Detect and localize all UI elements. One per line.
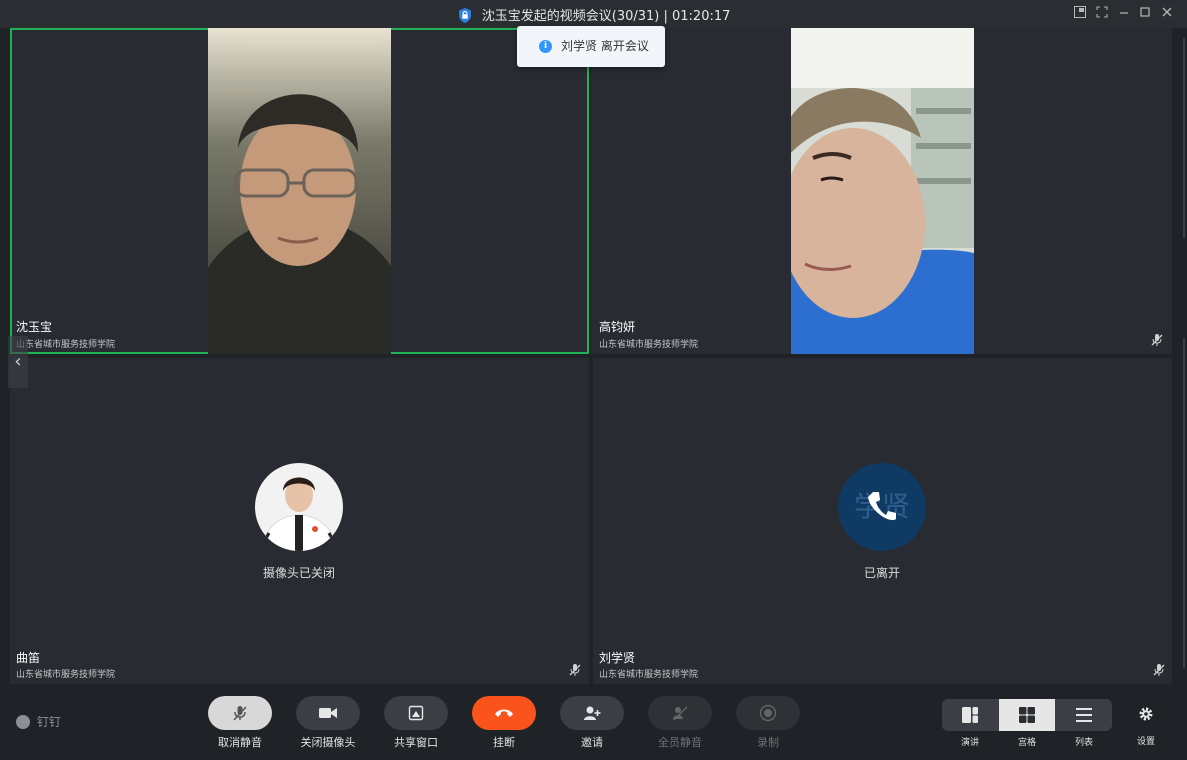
participant-name: 沈玉宝: [16, 320, 53, 334]
share-control[interactable]: 共享窗口: [384, 696, 448, 750]
mute-all-button[interactable]: [648, 696, 712, 730]
mic-muted-icon: [569, 664, 581, 676]
share-screen-icon: [408, 705, 424, 721]
record-label: 录制: [757, 736, 779, 749]
layout-speaker-label: 演讲: [960, 738, 979, 748]
unmute-button[interactable]: [208, 696, 272, 730]
settings-button[interactable]: 设置: [1132, 706, 1160, 747]
notification-toast: i 刘学贤 离开会议: [517, 26, 665, 67]
layout-speaker-button[interactable]: [942, 699, 998, 731]
window-title: 沈玉宝发起的视频会议(30/31) | 01:20:17: [481, 9, 731, 24]
camera-off-caption: 摄像头已关闭: [262, 566, 335, 580]
layout-switcher: [942, 699, 1112, 731]
hangup-button[interactable]: [472, 696, 536, 730]
invite-control[interactable]: 邀请: [560, 696, 624, 750]
hangup-phone-icon: [495, 709, 513, 717]
camera-off-label: 关闭摄像头: [300, 736, 356, 749]
participant-video-1: [208, 28, 391, 354]
speaker-layout-icon: [962, 707, 978, 723]
participant-org: 山东省城市服务技师学院: [16, 340, 116, 350]
participant-name: 高钧妍: [599, 320, 636, 334]
layout-grid-button[interactable]: [999, 699, 1055, 731]
share-window-button[interactable]: [384, 696, 448, 730]
mic-muted-icon: [1151, 334, 1163, 346]
participant-org: 山东省城市服务技师学院: [16, 670, 116, 680]
info-icon: i: [539, 40, 552, 53]
mic-muted-icon: [1153, 664, 1165, 676]
title-bar: 沈玉宝发起的视频会议(30/31) | 01:20:17: [0, 0, 1187, 28]
settings-label: 设置: [1136, 737, 1155, 747]
camera-off-button[interactable]: [296, 696, 360, 730]
participant-name: 曲笛: [16, 651, 41, 665]
video-camera-icon: [319, 708, 337, 718]
prev-page-arrow[interactable]: ‹: [8, 336, 28, 388]
list-layout-icon: [1076, 708, 1092, 722]
invite-button[interactable]: [560, 696, 624, 730]
mute-all-control[interactable]: 全员静音: [648, 696, 712, 750]
close-icon[interactable]: [1159, 6, 1175, 22]
participant-tile-3[interactable]: 摄像头已关闭 曲笛 山东省城市服务技师学院: [10, 358, 589, 684]
maximize-icon[interactable]: [1137, 6, 1153, 22]
participant-tile-4[interactable]: 学贤 已离开 刘学贤 山东省城市服务技师学院: [593, 358, 1172, 684]
meeting-toolbar: 钉钉 取消静音 关闭摄像头 共享窗口 挂断 邀请 全员静音 录制 演讲 宫格 列…: [0, 684, 1187, 760]
camera-control[interactable]: 关闭摄像头: [296, 696, 360, 750]
participant-org: 山东省城市服务技师学院: [599, 340, 699, 350]
record-icon: [759, 704, 777, 722]
dingtalk-logo-icon: [16, 715, 30, 729]
window-title-wrap: 沈玉宝发起的视频会议(30/31) | 01:20:17: [0, 5, 1187, 24]
unmute-control[interactable]: 取消静音: [208, 696, 272, 750]
phone-left-icon: [868, 492, 896, 521]
left-participant-avatar: 学贤: [838, 463, 926, 551]
grid-layout-icon: [1019, 707, 1035, 723]
video-grid: 沈玉宝 山东省城市服务技师学院 高钧妍 山东省城市服务技师学院 摄像头已关闭 曲…: [8, 28, 1172, 684]
security-shield-icon: [458, 8, 471, 23]
toast-message: 刘学贤 离开会议: [561, 39, 649, 53]
add-person-icon: [584, 706, 601, 720]
participant-org: 山东省城市服务技师学院: [599, 670, 699, 680]
participant-video-2: [791, 28, 974, 354]
minimize-icon[interactable]: [1116, 6, 1132, 22]
layout-grid-label: 宫格: [1017, 738, 1036, 748]
participant-avatar: [255, 463, 343, 551]
gear-icon: [1139, 707, 1153, 721]
hangup-control[interactable]: 挂断: [472, 696, 536, 750]
brand-label: 钉钉: [36, 715, 61, 729]
left-caption: 已离开: [863, 566, 900, 580]
participant-name: 刘学贤: [599, 651, 636, 665]
fullscreen-icon[interactable]: [1094, 6, 1110, 22]
participant-tile-2[interactable]: 高钧妍 山东省城市服务技师学院: [591, 28, 1172, 354]
share-label: 共享窗口: [394, 736, 438, 749]
record-control[interactable]: 录制: [736, 696, 800, 750]
layout-list-button[interactable]: [1056, 699, 1112, 731]
mic-off-icon: [233, 706, 247, 721]
invite-label: 邀请: [581, 736, 603, 749]
unmute-label: 取消静音: [218, 736, 262, 749]
record-button[interactable]: [736, 696, 800, 730]
mute-all-label: 全员静音: [658, 736, 702, 749]
right-scroll-edge: [1172, 28, 1187, 684]
hangup-label: 挂断: [493, 736, 515, 749]
layout-list-label: 列表: [1074, 738, 1093, 748]
pip-icon[interactable]: [1072, 6, 1088, 22]
participant-tile-1[interactable]: 沈玉宝 山东省城市服务技师学院: [10, 28, 589, 354]
mute-all-icon: [673, 706, 688, 721]
brand: 钉钉: [16, 713, 61, 730]
